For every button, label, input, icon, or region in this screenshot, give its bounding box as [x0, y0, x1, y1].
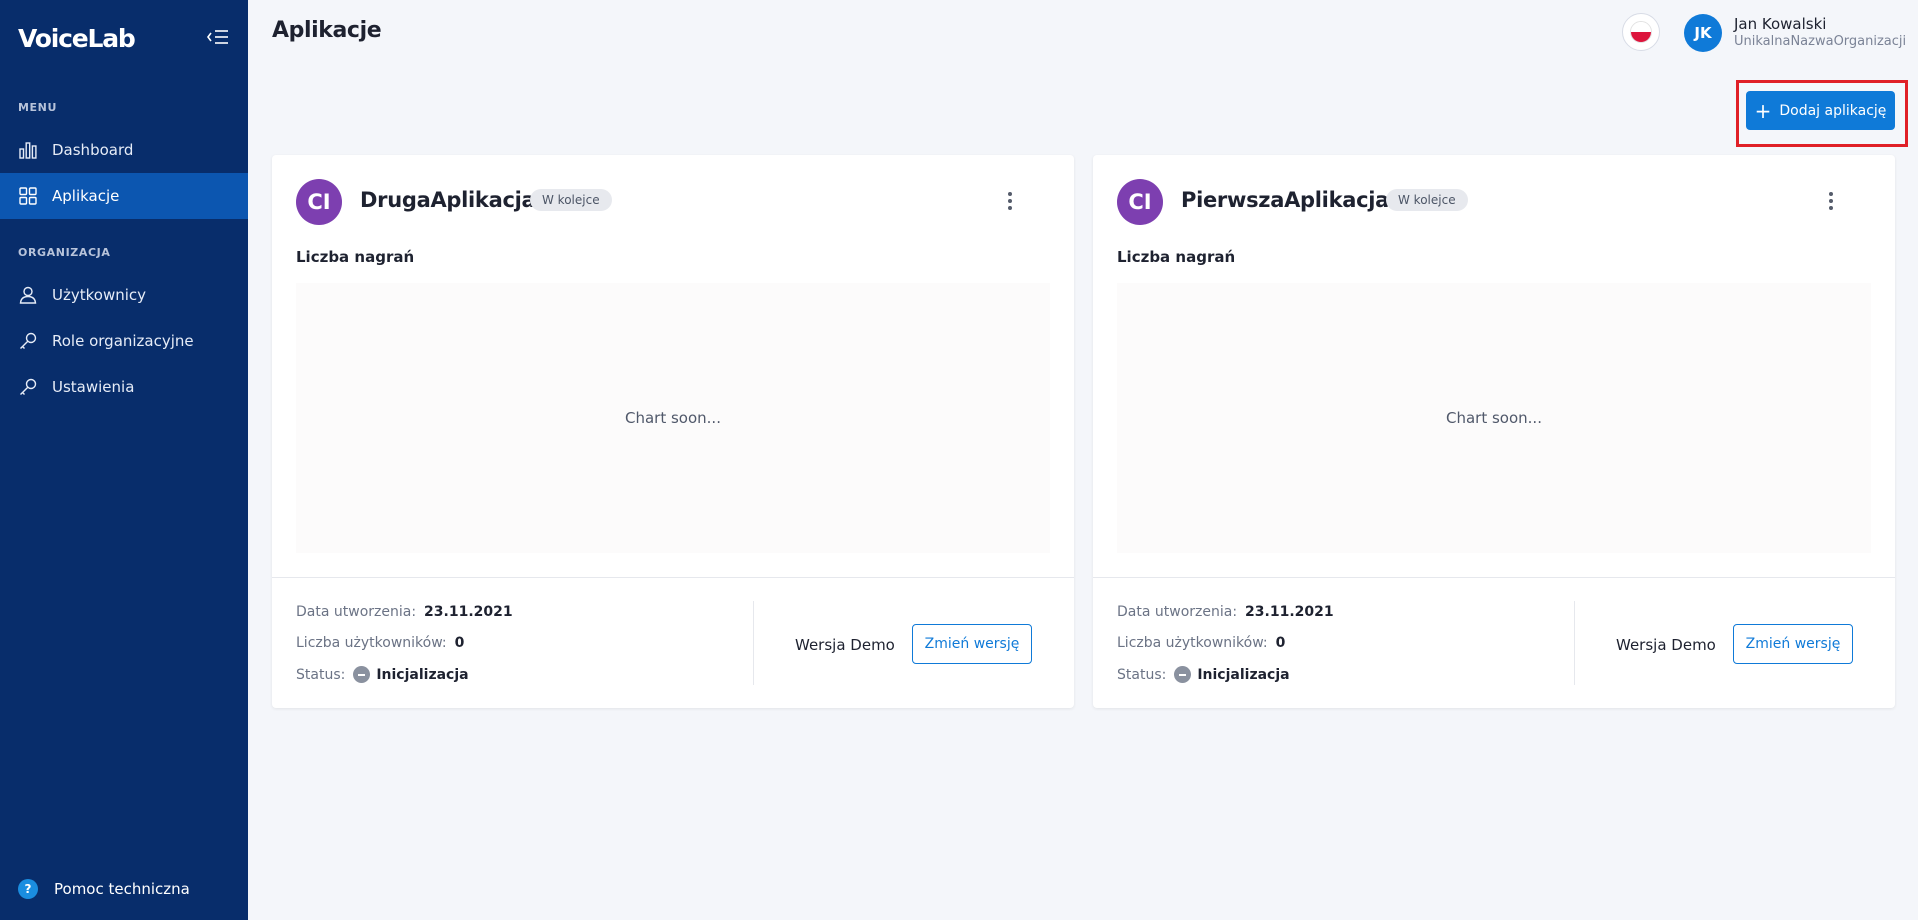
- created-value: 23.11.2021: [1245, 604, 1334, 620]
- user-name[interactable]: Jan Kowalski: [1734, 15, 1826, 33]
- status-value: Inicjalizacja: [376, 666, 469, 683]
- status-badge: W kolejce: [1386, 189, 1468, 211]
- status-minus-icon: [1174, 666, 1192, 683]
- bar-chart-icon: [18, 140, 38, 160]
- language-flag-icon[interactable]: [1622, 13, 1660, 51]
- app-name[interactable]: PierwszaAplikacja: [1181, 188, 1389, 212]
- collapse-sidebar-icon[interactable]: [206, 27, 230, 47]
- status-label: Status:: [1117, 666, 1167, 683]
- sidebar-item-label: Użytkownicy: [52, 286, 147, 304]
- created-label: Data utworzenia:: [296, 604, 417, 620]
- app-name[interactable]: DrugaAplikacja: [360, 188, 536, 212]
- sidebar-item-ustawienia[interactable]: Ustawienia: [0, 364, 248, 410]
- card-divider: [272, 577, 1074, 578]
- grid-icon: [18, 186, 38, 206]
- chart-placeholder: Chart soon...: [1117, 283, 1871, 553]
- add-application-label: Dodaj aplikację: [1779, 102, 1887, 119]
- add-application-button[interactable]: + Dodaj aplikację: [1746, 91, 1895, 130]
- footer-divider: [753, 601, 754, 685]
- voicelab-logo[interactable]: VoiceLab: [18, 24, 136, 53]
- created-date-row: Data utworzenia: 23.11.2021: [296, 604, 513, 620]
- user-organization: UnikalnaNazwaOrganizacji: [1734, 34, 1907, 49]
- users-label: Liczba użytkowników:: [1117, 635, 1268, 651]
- sidebar-item-label: Dashboard: [52, 141, 134, 159]
- created-date-row: Data utworzenia: 23.11.2021: [1117, 604, 1334, 620]
- app-avatar: CI: [1117, 179, 1163, 225]
- page-title: Aplikacje: [272, 18, 382, 43]
- status-row: Status: Inicjalizacja: [1117, 666, 1290, 683]
- app-avatar: CI: [296, 179, 342, 225]
- users-count-row: Liczba użytkowników: 0: [296, 635, 464, 651]
- users-count-row: Liczba użytkowników: 0: [1117, 635, 1285, 651]
- status-label: Status:: [296, 666, 346, 683]
- chart-title: Liczba nagrań: [296, 248, 415, 266]
- user-avatar[interactable]: JK: [1684, 14, 1722, 52]
- more-options-icon[interactable]: [1000, 189, 1020, 213]
- version-label: Wersja Demo: [795, 636, 895, 654]
- app-card: CI PierwszaAplikacja W kolejce Liczba na…: [1093, 155, 1895, 708]
- sidebar: VoiceLab MENU Dashboard Aplikacje ORGANI…: [0, 0, 248, 920]
- help-icon: ?: [18, 879, 38, 899]
- status-badge: W kolejce: [530, 189, 612, 211]
- app-card: CI DrugaAplikacja W kolejce Liczba nagra…: [272, 155, 1074, 708]
- key-icon: [18, 331, 38, 351]
- key-icon: [18, 377, 38, 397]
- status-row: Status: Inicjalizacja: [296, 666, 469, 683]
- chart-title: Liczba nagrań: [1117, 248, 1236, 266]
- users-label: Liczba użytkowników:: [296, 635, 447, 651]
- version-label: Wersja Demo: [1616, 636, 1716, 654]
- users-value: 0: [454, 635, 465, 651]
- sidebar-item-role-organizacyjne[interactable]: Role organizacyjne: [0, 318, 248, 364]
- sidebar-item-label: Aplikacje: [52, 187, 120, 205]
- sidebar-item-uzytkownicy[interactable]: Użytkownicy: [0, 272, 248, 318]
- plus-icon: +: [1754, 98, 1772, 123]
- sidebar-item-dashboard[interactable]: Dashboard: [0, 127, 248, 173]
- organizacja-section-label: ORGANIZACJA: [18, 246, 111, 259]
- chart-placeholder: Chart soon...: [296, 283, 1050, 553]
- menu-section-label: MENU: [18, 101, 57, 114]
- status-value: Inicjalizacja: [1197, 666, 1290, 683]
- sidebar-item-aplikacje[interactable]: Aplikacje: [0, 173, 248, 219]
- card-divider: [1093, 577, 1895, 578]
- sidebar-item-label: Ustawienia: [52, 378, 135, 396]
- users-value: 0: [1275, 635, 1286, 651]
- created-value: 23.11.2021: [424, 604, 513, 620]
- status-minus-icon: [353, 666, 371, 683]
- more-options-icon[interactable]: [1821, 189, 1841, 213]
- footer-divider: [1574, 601, 1575, 685]
- sidebar-item-label: Role organizacyjne: [52, 332, 194, 350]
- help-label: Pomoc techniczna: [54, 880, 190, 898]
- change-version-button[interactable]: Zmień wersję: [912, 624, 1032, 664]
- created-label: Data utworzenia:: [1117, 604, 1238, 620]
- change-version-button[interactable]: Zmień wersję: [1733, 624, 1853, 664]
- user-icon: [18, 285, 38, 305]
- help-link[interactable]: ? Pomoc techniczna: [18, 879, 190, 899]
